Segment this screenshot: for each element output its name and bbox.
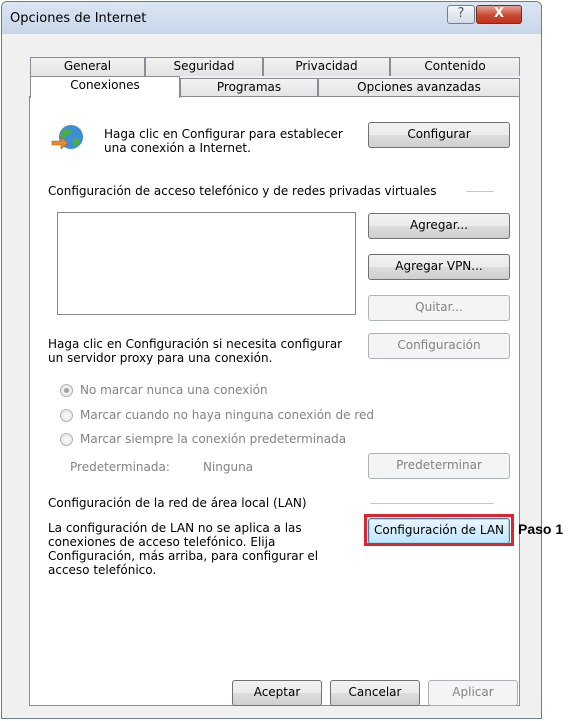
lan-heading: Configuración de la red de área local (L… — [48, 496, 307, 510]
default-connection-value: Ninguna — [203, 460, 254, 474]
proxy-text-line1: Haga clic en Configuración si necesita c… — [48, 337, 343, 351]
radio-no-marcar-label[interactable]: No marcar nunca una conexión — [80, 383, 268, 397]
tab-general[interactable]: General — [30, 57, 145, 76]
cancelar-button[interactable]: Cancelar — [330, 680, 420, 706]
radio-no-marcar[interactable] — [60, 384, 73, 397]
connections-listbox[interactable] — [57, 212, 356, 315]
globe-connection-icon — [51, 125, 83, 150]
quitar-button[interactable]: Quitar... — [368, 295, 510, 321]
dialup-divider — [466, 191, 494, 192]
step-annotation: Paso 1 — [518, 521, 564, 537]
configurar-button[interactable]: Configurar — [368, 122, 510, 148]
default-connection-label: Predeterminada: — [70, 460, 170, 474]
aplicar-button[interactable]: Aplicar — [428, 680, 518, 706]
configuracion-button[interactable]: Configuración — [368, 333, 510, 359]
lan-text-line4: acceso telefónico. — [48, 563, 157, 577]
help-icon: ? — [457, 6, 465, 21]
lan-text-line3: Configuración, más arriba, para configur… — [48, 549, 319, 563]
title-bar[interactable]: Opciones de Internet ? X — [2, 2, 541, 34]
lan-button-highlight — [364, 514, 514, 546]
radio-marcar-siempre[interactable] — [60, 433, 73, 446]
lan-divider — [370, 503, 494, 504]
agregar-button[interactable]: Agregar... — [368, 213, 510, 239]
lan-text-line1: La configuración de LAN no se aplica a l… — [48, 521, 302, 535]
aceptar-button[interactable]: Aceptar — [232, 680, 322, 706]
setup-text-line2: una conexión a Internet. — [104, 141, 251, 155]
tab-seguridad[interactable]: Seguridad — [145, 57, 263, 76]
tab-contenido[interactable]: Contenido — [390, 57, 520, 76]
proxy-text-line2: un servidor proxy para una conexión. — [48, 351, 273, 365]
help-button[interactable]: ? — [447, 5, 475, 24]
radio-marcar-sin-red-label[interactable]: Marcar cuando no haya ninguna conexión d… — [80, 408, 374, 422]
window-title: Opciones de Internet — [10, 11, 147, 26]
radio-marcar-sin-red[interactable] — [60, 409, 73, 422]
dialup-heading: Configuración de acceso telefónico y de … — [48, 184, 437, 198]
agregar-vpn-button[interactable]: Agregar VPN... — [368, 254, 510, 280]
lan-text-line2: conexiones de acceso telefónico. Elija — [48, 535, 276, 549]
close-button[interactable]: X — [476, 5, 522, 24]
predeterminar-button[interactable]: Predeterminar — [368, 453, 510, 479]
tab-conexiones[interactable]: Conexiones — [30, 76, 180, 98]
tab-opciones-avanzadas[interactable]: Opciones avanzadas — [318, 78, 520, 97]
setup-text-line1: Haga clic en Configurar para establecer — [104, 127, 343, 141]
close-icon: X — [493, 6, 505, 21]
radio-marcar-siempre-label[interactable]: Marcar siempre la conexión predeterminad… — [80, 432, 346, 446]
tab-privacidad[interactable]: Privacidad — [263, 57, 390, 76]
tab-programas[interactable]: Programas — [180, 78, 318, 97]
radio-selected-dot — [64, 388, 69, 393]
